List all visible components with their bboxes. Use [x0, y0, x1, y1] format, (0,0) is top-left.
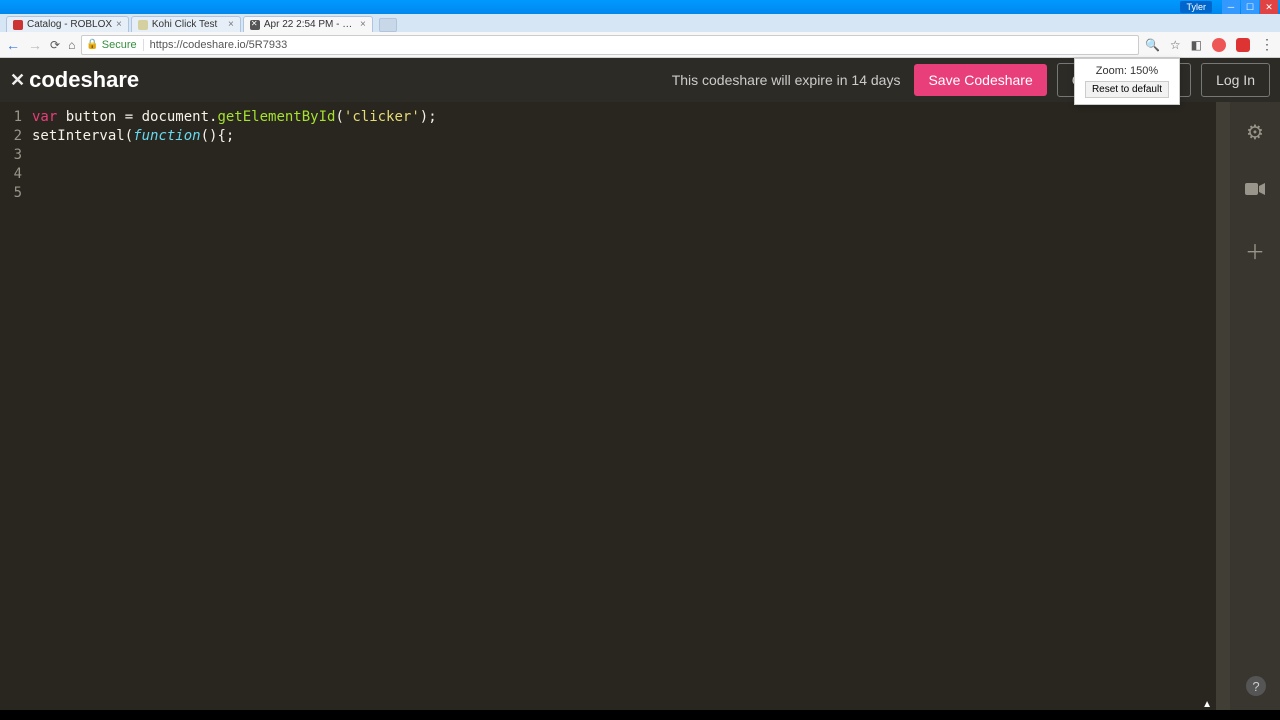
- extension-icon-2[interactable]: [1212, 38, 1226, 52]
- line-number: 2: [0, 127, 22, 146]
- line-gutter: 12345: [0, 102, 28, 710]
- browser-toolbar: ← → ⟳ ⌂ 🔒 Secure https://codeshare.io/5R…: [0, 32, 1280, 58]
- login-button[interactable]: Log In: [1201, 63, 1270, 97]
- code-line: var button = document.getElementById('cl…: [32, 108, 1222, 127]
- forward-button[interactable]: →: [28, 37, 42, 53]
- address-bar[interactable]: 🔒 Secure https://codeshare.io/5R7933: [81, 35, 1139, 55]
- tab-favicon: [13, 20, 23, 30]
- line-number: 1: [0, 108, 22, 127]
- window-maximize-button[interactable]: ☐: [1241, 0, 1259, 14]
- new-tab-button[interactable]: [379, 18, 397, 32]
- line-number: 5: [0, 184, 22, 203]
- window-close-button[interactable]: ✕: [1260, 0, 1278, 14]
- zoom-icon[interactable]: 🔍: [1145, 38, 1160, 52]
- logo[interactable]: ✕ codeshare: [10, 67, 139, 93]
- tab-title: Apr 22 2:54 PM - Codeshare: [264, 19, 356, 30]
- right-toolbar: ⚙ ＋: [1230, 102, 1280, 710]
- vertical-scrollbar[interactable]: [1216, 102, 1230, 710]
- line-number: 3: [0, 146, 22, 165]
- save-button[interactable]: Save Codeshare: [914, 64, 1046, 96]
- zoom-reset-button[interactable]: Reset to default: [1085, 81, 1169, 98]
- browser-tab[interactable]: Apr 22 2:54 PM - Codeshare ×: [243, 16, 373, 32]
- zoom-popup: Zoom: 150% Reset to default: [1074, 58, 1180, 105]
- code-area[interactable]: var button = document.getElementById('cl…: [28, 102, 1230, 710]
- code-line: setInterval(function(){;: [32, 127, 1222, 146]
- tab-close-icon[interactable]: ×: [116, 19, 122, 30]
- chrome-menu-icon[interactable]: ⋮: [1260, 36, 1274, 53]
- help-icon[interactable]: ?: [1246, 676, 1266, 696]
- user-badge: Tyler: [1180, 1, 1212, 13]
- tab-title: Catalog - ROBLOX: [27, 19, 112, 30]
- windows-taskbar[interactable]: [0, 710, 1280, 720]
- lock-icon: 🔒: [86, 39, 98, 50]
- logo-icon: ✕: [10, 70, 25, 91]
- secure-indicator: 🔒 Secure: [86, 39, 143, 51]
- line-number: 4: [0, 165, 22, 184]
- bookmark-star-icon[interactable]: ☆: [1170, 38, 1181, 52]
- browser-tab[interactable]: Kohi Click Test ×: [131, 16, 241, 32]
- window-controls: ─ ☐ ✕: [1222, 0, 1278, 14]
- browser-tab-strip: Catalog - ROBLOX×Kohi Click Test×Apr 22 …: [0, 14, 1280, 32]
- tab-close-icon[interactable]: ×: [360, 19, 366, 30]
- home-button[interactable]: ⌂: [68, 38, 75, 52]
- tab-title: Kohi Click Test: [152, 19, 224, 30]
- expire-notice: This codeshare will expire in 14 days: [672, 72, 901, 88]
- url-text: https://codeshare.io/5R7933: [150, 39, 288, 51]
- code-line: [32, 165, 1222, 184]
- add-icon[interactable]: ＋: [1245, 236, 1265, 265]
- secure-label: Secure: [102, 39, 137, 51]
- window-titlebar: Tyler ─ ☐ ✕: [0, 0, 1280, 14]
- tab-favicon: [250, 20, 260, 30]
- browser-tab[interactable]: Catalog - ROBLOX ×: [6, 16, 129, 32]
- tab-close-icon[interactable]: ×: [228, 19, 234, 30]
- code-line: [32, 146, 1222, 165]
- logo-text: codeshare: [29, 67, 139, 93]
- nav-arrows: ← → ⟳ ⌂: [6, 37, 75, 53]
- video-icon[interactable]: [1245, 179, 1265, 202]
- reload-button[interactable]: ⟳: [50, 38, 60, 52]
- back-button[interactable]: ←: [6, 37, 20, 53]
- extension-icon-3[interactable]: [1236, 38, 1250, 52]
- toolbar-icons: 🔍 ☆ ◧ ⋮: [1145, 36, 1274, 53]
- code-line: [32, 184, 1222, 203]
- settings-icon[interactable]: ⚙: [1246, 120, 1264, 145]
- window-minimize-button[interactable]: ─: [1222, 0, 1240, 14]
- tab-favicon: [138, 20, 148, 30]
- editor: 12345 var button = document.getElementBy…: [0, 102, 1280, 710]
- tray-expand-icon[interactable]: ▲: [1202, 699, 1212, 710]
- extension-icon-1[interactable]: ◧: [1191, 38, 1202, 52]
- zoom-label: Zoom: 150%: [1085, 65, 1169, 77]
